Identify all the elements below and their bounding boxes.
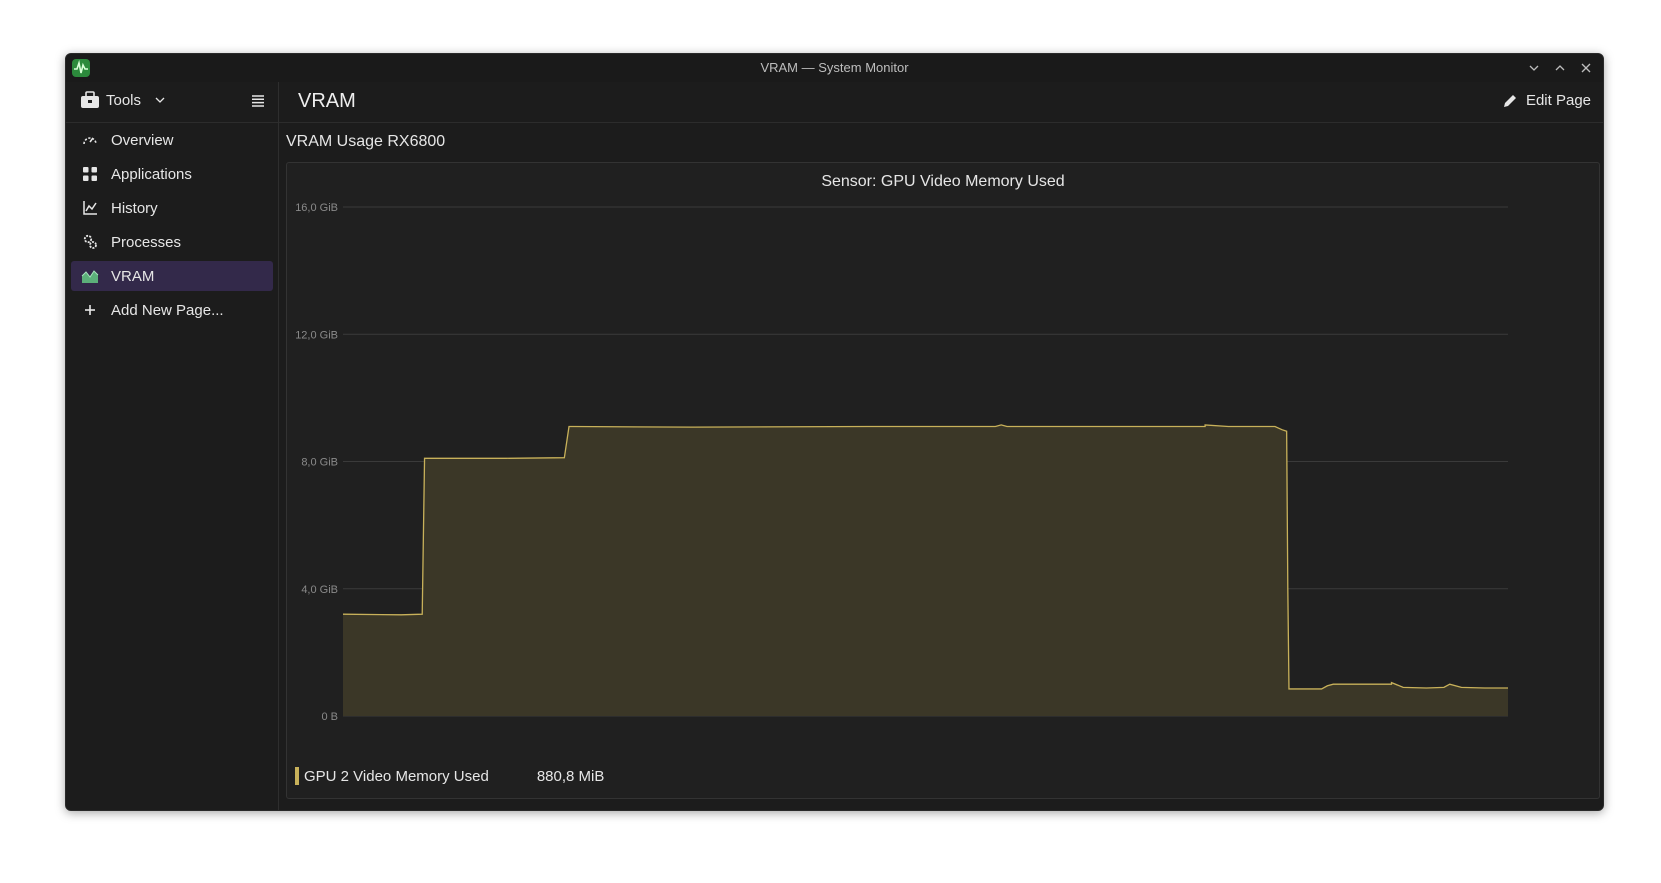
- hamburger-menu-button[interactable]: [250, 93, 266, 114]
- edit-page-label: Edit Page: [1525, 92, 1591, 109]
- chevron-up-icon: [1555, 65, 1565, 71]
- legend-series-name: GPU 2 Video Memory Used: [304, 767, 489, 785]
- sidebar-item-label: History: [111, 199, 158, 217]
- maximize-button[interactable]: [1551, 59, 1569, 77]
- vram-usage-chart: 0 B 4,0 GiB 8,0 GiB 12,0 GiB 16,0 GiB: [295, 202, 1508, 723]
- sidebar-item-label: Processes: [111, 233, 182, 251]
- edit-page-button[interactable]: Edit Page: [1502, 92, 1591, 109]
- sidebar-item-overview[interactable]: Overview: [71, 125, 273, 155]
- vram-area-chart-icon: [81, 267, 99, 285]
- overview-icon: [81, 131, 99, 149]
- window-title: VRAM — System Monitor: [760, 60, 909, 75]
- legend-current-value: 880,8 MiB: [536, 767, 605, 785]
- sidebar-header: Tools: [66, 82, 278, 123]
- plus-icon: [81, 301, 99, 319]
- chart-title: Sensor: GPU Video Memory Used: [821, 173, 1065, 190]
- minimize-button[interactable]: [1525, 59, 1543, 77]
- close-icon: [1581, 63, 1591, 73]
- page-title: VRAM: [298, 90, 356, 112]
- sidebar-nav: Overview Applications History Processes: [66, 123, 278, 331]
- toolbox-icon: [81, 91, 99, 108]
- sidebar-item-label: Overview: [111, 131, 174, 149]
- pencil-icon: [1503, 94, 1516, 107]
- page-header: VRAM Edit Page: [279, 82, 1603, 123]
- y-tick-label: 16,0 GiB: [295, 202, 338, 214]
- chart-legend: GPU 2 Video Memory Used 880,8 MiB: [295, 767, 604, 785]
- sidebar-item-add-new-page[interactable]: Add New Page...: [71, 295, 273, 325]
- sidebar-item-label: Applications: [111, 165, 192, 183]
- sidebar-item-history[interactable]: History: [71, 193, 273, 223]
- tools-menu-button[interactable]: Tools: [80, 91, 167, 109]
- system-monitor-window: VRAM — System Monitor Tools Overview App…: [65, 53, 1604, 811]
- sidebar: Tools Overview Applications History Proc…: [66, 82, 279, 810]
- section-title: VRAM Usage RX6800: [286, 133, 446, 150]
- chevron-down-icon: [155, 97, 165, 103]
- series-area: [343, 424, 1508, 716]
- close-button[interactable]: [1577, 59, 1595, 77]
- sidebar-item-applications[interactable]: Applications: [71, 159, 273, 189]
- processes-gears-icon: [81, 233, 99, 251]
- y-tick-label: 4,0 GiB: [301, 584, 338, 596]
- chart-panel: 0 B 4,0 GiB 8,0 GiB 12,0 GiB 16,0 GiB Sensor…: [286, 162, 1600, 799]
- chevron-down-icon: [1529, 65, 1539, 71]
- history-chart-icon: [81, 199, 99, 217]
- main-content: VRAM Edit Page VRAM Usage RX6800 0 B 4,0 …: [279, 82, 1603, 810]
- legend-swatch: [295, 767, 299, 785]
- title-bar[interactable]: VRAM — System Monitor: [66, 54, 1603, 82]
- sidebar-item-processes[interactable]: Processes: [71, 227, 273, 257]
- tools-label: Tools: [106, 91, 142, 109]
- sidebar-item-vram[interactable]: VRAM: [71, 261, 273, 291]
- hamburger-menu-icon: [252, 95, 264, 107]
- sidebar-item-label: Add New Page...: [111, 301, 224, 319]
- y-tick-label: 0 B: [321, 711, 338, 723]
- sidebar-item-label: VRAM: [111, 267, 155, 285]
- y-tick-label: 8,0 GiB: [301, 457, 338, 469]
- applications-grid-icon: [81, 165, 99, 183]
- y-tick-label: 12,0 GiB: [295, 329, 338, 341]
